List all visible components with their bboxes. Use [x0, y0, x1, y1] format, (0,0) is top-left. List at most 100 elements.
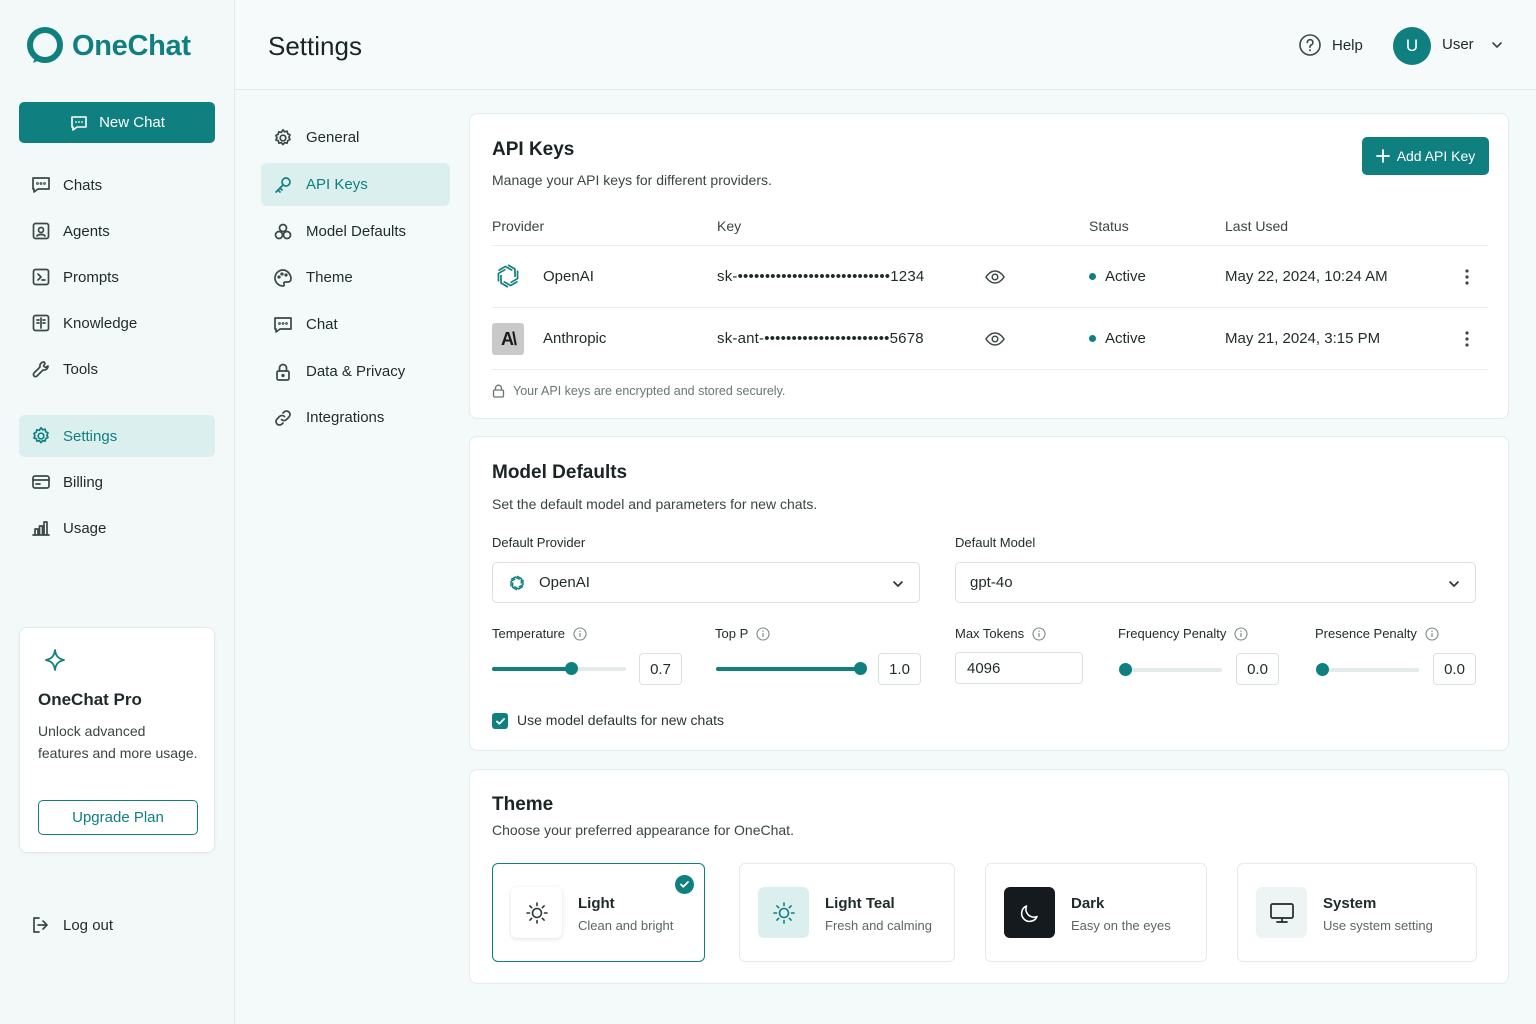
billing-icon — [32, 475, 50, 489]
chevron-down-icon[interactable] — [1490, 38, 1504, 52]
logout-icon — [33, 917, 48, 933]
sidebar: OneChat New Chat Chats Agents Prompts Kn… — [0, 0, 235, 1024]
theme-name: System — [1323, 895, 1377, 912]
temperature-input[interactable]: 0.7 — [639, 653, 682, 685]
use-defaults-checkbox[interactable] — [492, 713, 508, 729]
slider-thumb[interactable] — [854, 662, 867, 675]
upgrade-plan-button[interactable]: Upgrade Plan — [38, 800, 198, 835]
tab-label: Integrations — [306, 409, 385, 426]
new-chat-icon — [71, 115, 87, 131]
theme-desc: Fresh and calming — [825, 918, 932, 933]
default-model-select[interactable]: gpt-4o — [955, 562, 1476, 603]
slider-thumb[interactable] — [1316, 663, 1329, 676]
slider-thumb[interactable] — [1119, 663, 1132, 676]
gear-icon — [33, 426, 49, 444]
top-p-input[interactable]: 1.0 — [878, 653, 921, 685]
sidebar-item-label: Usage — [63, 519, 107, 537]
tab-api-keys[interactable]: API Keys — [261, 163, 450, 206]
status-dot — [1089, 273, 1096, 280]
eye-icon[interactable] — [985, 269, 1005, 285]
sidebar-item-label: Prompts — [63, 268, 119, 286]
user-name[interactable]: User — [1442, 36, 1474, 53]
sidebar-item-chats[interactable]: Chats — [19, 164, 215, 206]
theme-option-dark[interactable]: Dark Easy on the eyes — [985, 863, 1207, 962]
bar-chart-icon — [32, 521, 50, 536]
openai-logo-icon — [510, 574, 524, 591]
page-title: Settings — [268, 31, 362, 61]
column-header-last-used: Last Used — [1225, 218, 1289, 234]
help-button[interactable]: Help — [1298, 33, 1363, 57]
secure-note-text: Your API keys are encrypted and stored s… — [513, 384, 786, 398]
more-options-icon[interactable] — [1463, 329, 1471, 349]
logout-label: Log out — [63, 916, 114, 934]
sidebar-item-prompts[interactable]: Prompts — [19, 256, 215, 298]
last-used: May 22, 2024, 10:24 AM — [1225, 268, 1388, 285]
top-p-slider[interactable] — [716, 662, 867, 675]
prompt-icon — [32, 268, 50, 286]
sidebar-item-agents[interactable]: Agents — [19, 210, 215, 252]
sidebar-item-label: Tools — [63, 360, 99, 378]
info-icon[interactable] — [573, 626, 587, 641]
anthropic-logo-icon: A\ — [492, 323, 524, 355]
column-header-status: Status — [1089, 218, 1129, 234]
tab-label: Chat — [306, 316, 338, 333]
slider-fill — [492, 667, 572, 671]
tab-data-privacy[interactable]: Data & Privacy — [261, 350, 450, 393]
add-api-key-button[interactable]: Add API Key — [1362, 137, 1489, 175]
slider-thumb[interactable] — [565, 662, 579, 675]
sidebar-item-billing[interactable]: Billing — [19, 461, 215, 503]
eye-icon[interactable] — [985, 331, 1005, 347]
top-p-label: Top P — [715, 626, 770, 641]
theme-icon-box — [511, 887, 562, 938]
tab-integrations[interactable]: Integrations — [261, 396, 450, 439]
info-icon[interactable] — [756, 626, 770, 641]
tab-theme[interactable]: Theme — [261, 256, 450, 299]
tab-label: API Keys — [306, 176, 368, 193]
max-tokens-input[interactable]: 4096 — [955, 652, 1083, 684]
cubes-icon — [274, 223, 292, 239]
more-options-icon[interactable] — [1463, 267, 1471, 287]
theme-option-system[interactable]: System Use system setting — [1237, 863, 1477, 962]
tab-model-defaults[interactable]: Model Defaults — [261, 210, 450, 253]
max-tokens-label: Max Tokens — [955, 626, 1046, 641]
onechat-logo-icon — [27, 27, 63, 63]
temperature-slider[interactable] — [492, 662, 626, 675]
status-text: Active — [1105, 330, 1146, 347]
selected-check-icon — [675, 875, 694, 894]
status-text: Active — [1105, 268, 1146, 285]
new-chat-button[interactable]: New Chat — [19, 102, 215, 143]
theme-option-light-teal[interactable]: Light Teal Fresh and calming — [739, 863, 955, 962]
use-defaults-label[interactable]: Use model defaults for new chats — [517, 712, 724, 728]
info-icon[interactable] — [1234, 626, 1248, 641]
info-icon[interactable] — [1032, 626, 1046, 641]
divider — [492, 369, 1488, 370]
presence-penalty-slider[interactable] — [1316, 663, 1419, 676]
sidebar-item-label: Agents — [63, 222, 110, 240]
sidebar-item-settings[interactable]: Settings — [19, 415, 215, 457]
logout-button[interactable]: Log out — [31, 915, 113, 935]
last-used: May 21, 2024, 3:15 PM — [1225, 330, 1381, 347]
theme-icon-box — [758, 887, 809, 938]
presence-penalty-input[interactable]: 0.0 — [1433, 653, 1476, 685]
default-provider-select[interactable]: OpenAI — [492, 562, 920, 603]
model-defaults-panel: Model Defaults Set the default model and… — [469, 436, 1509, 751]
avatar[interactable]: U — [1393, 27, 1431, 65]
tab-general[interactable]: General — [261, 116, 450, 159]
frequency-penalty-input[interactable]: 0.0 — [1236, 653, 1279, 685]
monitor-icon — [1269, 902, 1294, 923]
temperature-label: Temperature — [492, 626, 587, 641]
default-provider-value: OpenAI — [539, 574, 590, 591]
logo[interactable]: OneChat — [26, 27, 191, 65]
sidebar-item-label: Knowledge — [63, 314, 138, 332]
sidebar-item-usage[interactable]: Usage — [19, 507, 215, 549]
pro-description: Unlock advanced features and more usage. — [38, 723, 198, 761]
sun-icon — [525, 901, 548, 924]
sidebar-item-knowledge[interactable]: Knowledge — [19, 302, 215, 344]
sidebar-item-tools[interactable]: Tools — [19, 348, 215, 390]
frequency-penalty-slider[interactable] — [1119, 663, 1222, 676]
presence-penalty-label: Presence Penalty — [1315, 626, 1439, 641]
sidebar-item-label: Settings — [63, 427, 118, 445]
info-icon[interactable] — [1425, 626, 1439, 641]
theme-option-light[interactable]: Light Clean and bright — [492, 863, 705, 962]
tab-chat[interactable]: Chat — [261, 303, 450, 346]
